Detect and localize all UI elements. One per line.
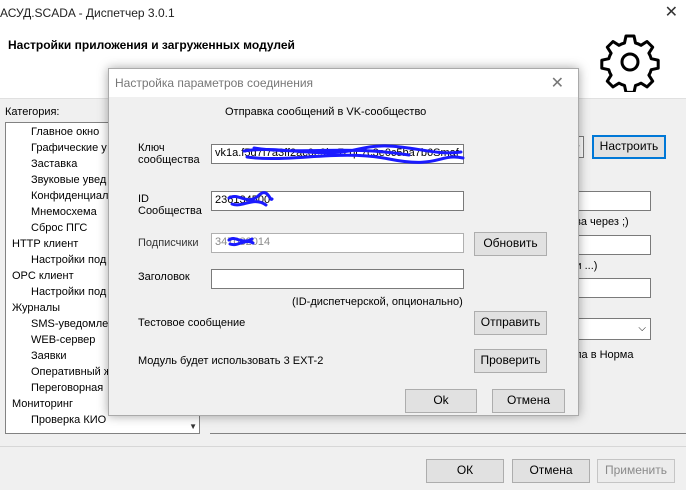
- module-info-text: Модуль будет использовать 3 EXT-2: [138, 355, 324, 367]
- apply-button[interactable]: Применить: [597, 459, 675, 483]
- key-label-line1: Ключ: [138, 142, 165, 154]
- dialog-title: Настройка параметров соединения: [115, 76, 314, 90]
- tree-item[interactable]: Сброс ПГС: [31, 222, 87, 234]
- tree-item[interactable]: Конфиденциал: [31, 190, 108, 202]
- tree-item[interactable]: Графические у: [31, 142, 107, 154]
- header-hint: (ID-диспетчерской, опционально): [292, 296, 463, 308]
- right-field-3[interactable]: [576, 278, 651, 298]
- tree-item[interactable]: Звуковые увед: [31, 174, 106, 186]
- tree-item[interactable]: Заявки: [31, 350, 67, 362]
- gear-icon: [600, 34, 660, 92]
- tree-item[interactable]: Мнемосхема: [31, 206, 97, 218]
- dialog-title-bar: Настройка параметров соединения ✕: [109, 69, 578, 97]
- tree-item[interactable]: Журналы: [12, 302, 60, 314]
- right-dropdown[interactable]: ⌵: [576, 318, 651, 340]
- id-label-line1: ID: [138, 193, 149, 205]
- tree-item[interactable]: Настройки под: [31, 286, 106, 298]
- id-label-line2: Сообщества: [138, 205, 202, 217]
- community-id-input[interactable]: 236134500: [211, 191, 464, 211]
- key-label-line2: сообщества: [138, 154, 200, 166]
- send-button[interactable]: Отправить: [474, 311, 547, 335]
- tree-item[interactable]: Настройки под: [31, 254, 106, 266]
- tree-item[interactable]: WEB-сервер: [31, 334, 95, 346]
- subscribers-input: 347082014: [211, 233, 464, 253]
- close-icon[interactable]: ✕: [665, 2, 678, 22]
- tree-item[interactable]: Главное окно: [31, 126, 99, 138]
- footer-divider: [0, 446, 686, 447]
- tree-item[interactable]: Мониторинг: [12, 398, 73, 410]
- right-field-2[interactable]: [576, 235, 651, 255]
- ok-button[interactable]: ОК: [426, 459, 504, 483]
- category-label: Категория:: [5, 106, 60, 118]
- subscribers-label: Подписчики: [138, 237, 199, 249]
- tree-item[interactable]: Оперативный ж: [31, 366, 111, 378]
- panel-bottom-border: [210, 433, 686, 434]
- tree-item[interactable]: SMS-уведомлен: [31, 318, 114, 330]
- dialog-ok-button[interactable]: Ok: [405, 389, 477, 413]
- window-title: АСУД.SCADA - Диспетчер 3.0.1: [0, 6, 175, 20]
- check-button[interactable]: Проверить: [474, 349, 547, 373]
- tree-item[interactable]: Проверка КИО: [31, 414, 106, 426]
- dialog-cancel-button[interactable]: Отмена: [492, 389, 565, 413]
- window-title-bar: АСУД.SCADA - Диспетчер 3.0.1 ✕: [0, 0, 686, 28]
- tree-item[interactable]: Заставка: [31, 158, 77, 170]
- header-title: Настройки приложения и загруженных модул…: [8, 38, 295, 52]
- configure-button[interactable]: Настроить: [592, 135, 666, 159]
- tree-item[interactable]: OPC клиент: [12, 270, 74, 282]
- refresh-button[interactable]: Обновить: [474, 232, 547, 256]
- connection-settings-dialog: Настройка параметров соединения ✕ Отправ…: [108, 68, 579, 416]
- dialog-heading: Отправка сообщений в VK-сообщество: [225, 106, 427, 118]
- header-input[interactable]: [211, 269, 464, 289]
- community-key-input[interactable]: vk1a.f5d7f7a3ff2ac0e9bc7cqc7c3e0c5ba7b6S…: [211, 144, 464, 164]
- right-field-1[interactable]: [576, 191, 651, 211]
- scroll-down-icon[interactable]: ▼: [189, 422, 197, 431]
- cancel-button[interactable]: Отмена: [512, 459, 590, 483]
- dialog-close-icon[interactable]: ✕: [551, 73, 564, 93]
- header-label: Заголовок: [138, 271, 190, 283]
- tree-item[interactable]: HTTP клиент: [12, 238, 78, 250]
- test-message-label: Тестовое сообщение: [138, 317, 246, 329]
- tree-item[interactable]: Переговорная: [31, 382, 103, 394]
